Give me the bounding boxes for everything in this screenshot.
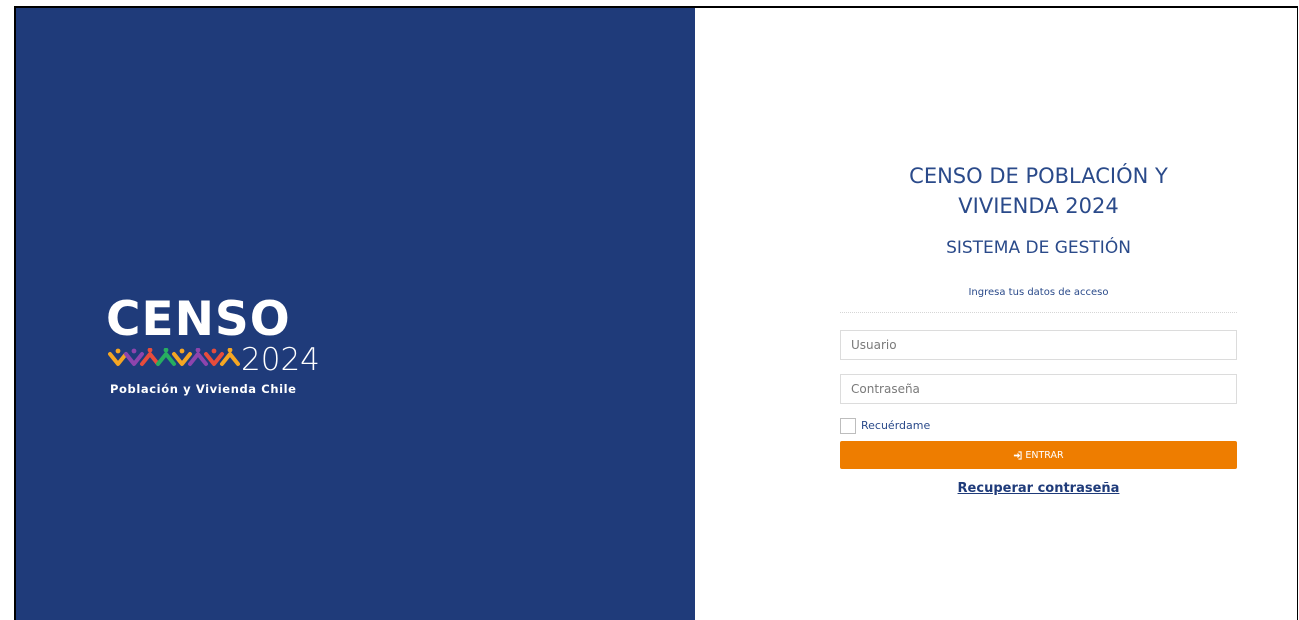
page-title-line-2: VIVIENDA 2024 bbox=[958, 194, 1119, 218]
remember-me-checkbox[interactable] bbox=[840, 417, 856, 434]
logo-wordmark: CENSO bbox=[106, 292, 291, 347]
page-title-line-1: CENSO DE POBLACIÓN Y bbox=[909, 164, 1168, 188]
logo-year: 2024 bbox=[241, 342, 320, 378]
system-subtitle: SISTEMA DE GESTIÓN bbox=[946, 238, 1131, 258]
page-frame: CENSO 2024 Población y Vivienda Chile CE… bbox=[14, 6, 1298, 620]
username-input[interactable] bbox=[840, 330, 1237, 360]
censo-logo: CENSO 2024 Población y Vivienda Chile bbox=[106, 296, 336, 416]
sign-in-icon bbox=[1013, 450, 1023, 460]
remember-me: Recuérdame bbox=[840, 416, 1237, 435]
login-panel: CENSO DE POBLACIÓN Y VIVIENDA 2024 SISTE… bbox=[695, 8, 1297, 620]
enter-button-label: ENTRAR bbox=[1025, 449, 1064, 461]
brand-panel: CENSO 2024 Población y Vivienda Chile bbox=[16, 8, 695, 620]
enter-button[interactable]: ENTRAR bbox=[840, 441, 1237, 469]
page-title: CENSO DE POBLACIÓN Y VIVIENDA 2024 bbox=[840, 161, 1237, 221]
logo-people-icon bbox=[108, 348, 240, 366]
remember-me-label[interactable]: Recuérdame bbox=[861, 419, 930, 432]
login-hint: Ingresa tus datos de acceso bbox=[968, 287, 1109, 298]
recover-password-link[interactable]: Recuperar contraseña bbox=[840, 481, 1237, 496]
login-form: CENSO DE POBLACIÓN Y VIVIENDA 2024 SISTE… bbox=[840, 161, 1237, 496]
divider bbox=[840, 312, 1237, 313]
password-input[interactable] bbox=[840, 374, 1237, 404]
logo-subtitle: Población y Vivienda Chile bbox=[110, 382, 297, 396]
